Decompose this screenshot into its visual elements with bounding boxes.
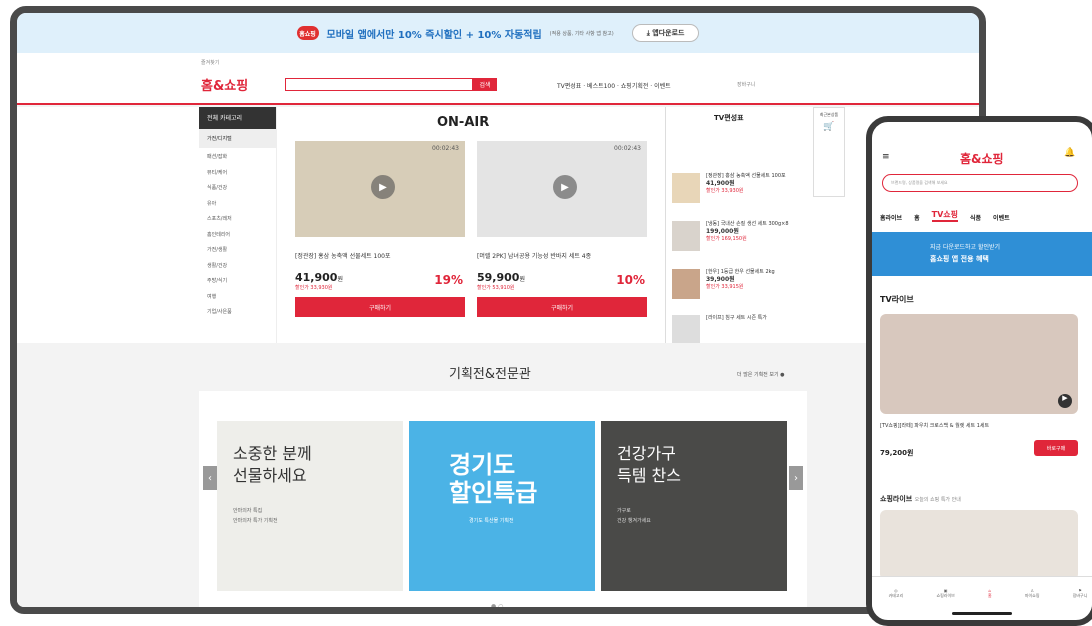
timer-label: 00:02:43 (614, 145, 641, 152)
tvlive-price: 79,200원 (880, 449, 914, 457)
category-item[interactable]: 스포츠/레저 (199, 210, 276, 226)
schedule-thumb (672, 315, 700, 345)
play-icon[interactable]: ▶ (1058, 394, 1072, 408)
schedule-thumb (672, 269, 700, 299)
category-item[interactable]: 패션/잡화 (199, 148, 276, 164)
tab-tvshopping[interactable]: TV쇼핑 (931, 209, 958, 222)
tvlive-image[interactable]: ▶ (880, 314, 1078, 414)
cart-link[interactable]: 장바구니 (737, 81, 755, 88)
category-item[interactable]: 여행 (199, 288, 276, 304)
product-title[interactable]: [정관장] 홍삼 농축액 선물세트 100포 (295, 251, 465, 267)
shoplive-image[interactable] (880, 510, 1078, 580)
discount-rate: 10% (616, 273, 645, 287)
tab-home[interactable]: 홈 (914, 213, 920, 222)
category-item[interactable]: 주방/식기 (199, 272, 276, 288)
notification-icon[interactable]: 🔔 (1064, 148, 1075, 158)
banner-small: (적용 상품, 기타 사항 앱 참고) (549, 30, 614, 37)
promo-title: 건강가구 득템 찬스 (617, 444, 681, 485)
phone-logo[interactable]: 홈&쇼핑 (960, 150, 1004, 167)
brand-logo-icon: 홈쇼핑 (296, 26, 319, 40)
play-icon[interactable]: ▶ (553, 175, 577, 199)
category-head[interactable]: 전체 카테고리 (199, 107, 276, 129)
site-logo[interactable]: 홈&쇼핑 (201, 75, 248, 94)
category-selected[interactable]: 가전/디지털 (199, 129, 276, 148)
tvlive-product[interactable]: [TV쇼핑][라떼] 파우치 크로스백 & 월렛 세트 1세트 (880, 422, 1078, 429)
schedule-thumb (672, 173, 700, 203)
nav-home[interactable]: ⌂ 홈 (988, 588, 992, 599)
category-item[interactable]: 홈인테리어 (199, 226, 276, 242)
promo-title: 소중한 분께 선물하세요 (233, 444, 312, 485)
category-item[interactable]: 유아 (199, 195, 276, 211)
product-card[interactable]: 00:02:43 ▶ [머렐 2PK] 남녀공용 기능성 반바지 세트 4종 5… (477, 141, 647, 317)
category-item[interactable]: 뷰티/케어 (199, 164, 276, 180)
menu-icon[interactable]: ≡ (882, 152, 890, 162)
promo-title: 경기도 할인특급 (449, 451, 538, 507)
category-item[interactable]: 가전/생활 (199, 241, 276, 257)
category-item[interactable]: 식품/건강 (199, 179, 276, 195)
tvlive-title: TV라이브 (880, 295, 914, 304)
phone-frame: ≡ 홈&쇼핑 🔔 브랜드명, 상품명을 검색해 보세요 홈라이브 홈 TV쇼핑 … (866, 116, 1092, 626)
nav-live[interactable]: ▣ 쇼핑라이브 (936, 588, 954, 599)
schedule-thumb (672, 221, 700, 251)
schedule-item[interactable]: [한우] 1등급 한우 선물세트 2kg 39,900원 할인가 33,915원 (672, 269, 800, 311)
product-image[interactable]: 00:02:43 ▶ (477, 141, 647, 237)
home-indicator (952, 612, 1012, 615)
banner-text: 모바일 앱에서만 10% 즉시할인 + 10% 자동적립 (326, 29, 542, 41)
special-section: 기획전&전문관 더 많은 기획전 보기 ● 소중한 분께 선물하세요 안마의자 특… (17, 343, 979, 607)
category-item[interactable]: 기업/사은품 (199, 303, 276, 319)
phone-search-input[interactable]: 브랜드명, 상품명을 검색해 보세요 (882, 174, 1078, 192)
promo-panel: 소중한 분께 선물하세요 안마의자 특집 안마의자 특가 기획전 경기도 할인특급 … (199, 391, 807, 607)
category-item[interactable]: 생활/건강 (199, 257, 276, 273)
search-button[interactable]: 검색 (473, 78, 497, 91)
tab-homelive[interactable]: 홈라이브 (880, 213, 902, 222)
top-nav[interactable]: TV편성표 · 베스트100 · 쇼핑기획전 · 이벤트 (557, 81, 671, 90)
buy-button[interactable]: 구매하기 (295, 297, 465, 317)
tab-food[interactable]: 식품 (970, 213, 981, 222)
tab-event[interactable]: 이벤트 (993, 213, 1010, 222)
schedule-item[interactable]: [냉동] 국내산 손질 생선 세트 300g×8 199,000원 할인가 169,… (672, 221, 800, 263)
recent-viewed-panel[interactable]: 최근본상품 🛒 (813, 107, 845, 197)
cart-icon: 🛒 (823, 122, 835, 132)
section-title: 기획전&전문관 (449, 367, 531, 382)
section-more-link[interactable]: 더 많은 기획전 보기 ● (737, 371, 785, 378)
buy-button[interactable]: 구매하기 (477, 297, 647, 317)
phone-bottom-nav: ◎ 카테고리 ▣ 쇼핑라이브 ⌂ 홈 ♙ 마이쇼핑 ⚑ 장바구니 (872, 576, 1092, 610)
timer-label: 00:02:43 (432, 145, 459, 152)
category-sidebar: 전체 카테고리 가전/디지털 패션/잡화 뷰티/케어 식품/건강 유아 스포츠/… (199, 107, 277, 343)
next-arrow-icon[interactable]: › (789, 466, 803, 490)
phone-buy-button[interactable]: 바로구매 (1034, 440, 1078, 456)
tv-schedule-title[interactable]: TV편성표 (714, 113, 744, 123)
promo-banner[interactable]: 홈쇼핑 모바일 앱에서만 10% 즉시할인 + 10% 자동적립 (적용 상품,… (17, 13, 979, 53)
header-small-link[interactable]: 즐겨찾기 (201, 59, 219, 66)
prev-arrow-icon[interactable]: ‹ (203, 466, 217, 490)
app-download-button[interactable]: ⤓ 앱다운로드 (631, 24, 700, 42)
carousel-dots[interactable]: ● ○ (491, 603, 503, 607)
play-icon[interactable]: ▶ (371, 175, 395, 199)
main-area: 전체 카테고리 가전/디지털 패션/잡화 뷰티/케어 식품/건강 유아 스포츠/… (17, 107, 979, 345)
promo-card[interactable]: 경기도 할인특급 경기도 특산물 기획전 (409, 421, 595, 591)
shoplive-title: 쇼핑라이브 오늘의 쇼핑 특가 안내 (880, 495, 961, 503)
product-title[interactable]: [머렐 2PK] 남녀공용 기능성 반바지 세트 4종 (477, 251, 647, 267)
search-input[interactable] (285, 78, 473, 91)
phone-tabs: 홈라이브 홈 TV쇼핑 식품 이벤트 (880, 202, 1090, 222)
nav-my[interactable]: ♙ 마이쇼핑 (1025, 588, 1040, 599)
phone-banner[interactable]: 지금 다운로드하고 할인받기 홈쇼핑 앱 전용 혜택 (872, 232, 1092, 276)
schedule-item[interactable]: [정관장] 홍삼 농축액 선물세트 100포 41,900원 할인가 33,930원 (672, 173, 800, 215)
site-header: 즐겨찾기 홈&쇼핑 검색 TV편성표 · 베스트100 · 쇼핑기획전 · 이벤… (17, 53, 979, 105)
laptop-frame: 홈쇼핑 모바일 앱에서만 10% 즉시할인 + 10% 자동적립 (적용 상품,… (10, 6, 986, 614)
product-image[interactable]: 00:02:43 ▶ (295, 141, 465, 237)
tv-schedule: TV편성표 [정관장] 홍삼 농축액 선물세트 100포 41,900원 할인가 3… (665, 107, 805, 345)
promo-card[interactable]: 소중한 분께 선물하세요 안마의자 특집 안마의자 특가 기획전 (217, 421, 403, 591)
nav-cart[interactable]: ⚑ 장바구니 (1073, 588, 1088, 599)
promo-card[interactable]: 건강가구 득템 찬스 가구로 건강 챙겨가세요 (601, 421, 787, 591)
onair-title: ON-AIR (437, 115, 490, 130)
discount-rate: 19% (434, 273, 463, 287)
nav-category[interactable]: ◎ 카테고리 (889, 588, 904, 599)
product-card[interactable]: 00:02:43 ▶ [정관장] 홍삼 농축액 선물세트 100포 41,900… (295, 141, 465, 317)
